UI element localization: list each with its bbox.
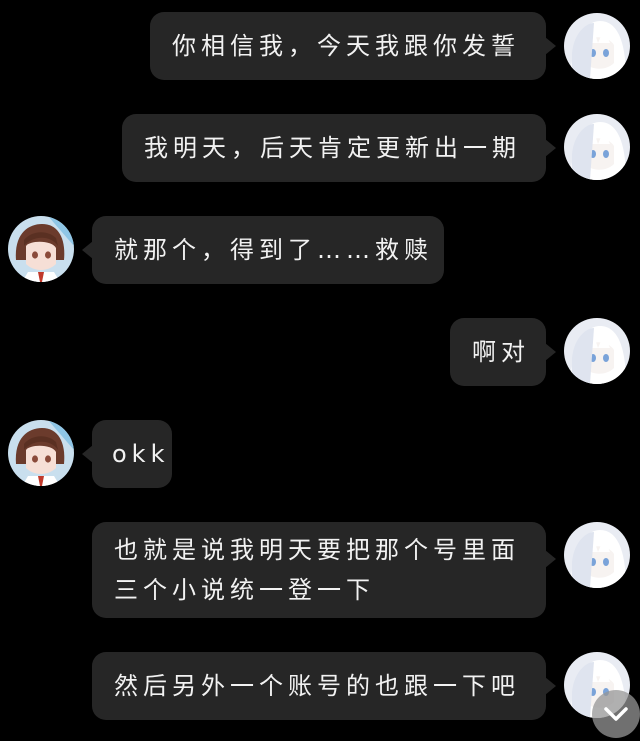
message-bubble[interactable]: 就那个，得到了……救赎	[82, 216, 444, 284]
avatar-brown-hair-icon	[8, 216, 74, 282]
avatar-self[interactable]	[564, 522, 630, 588]
avatar-self[interactable]	[564, 114, 630, 180]
message-bubble[interactable]: 我明天，后天肯定更新出一期	[122, 114, 556, 182]
chevron-down-icon	[604, 707, 628, 721]
message-text-line: 也就是说我明天要把那个号里面	[114, 536, 520, 564]
message-text: 你相信我，今天我跟你发誓	[172, 32, 520, 60]
avatar-self[interactable]	[564, 13, 630, 79]
message-bubble[interactable]: 然后另外一个账号的也跟一下吧	[92, 652, 556, 720]
chat-thread: 你相信我，今天我跟你发誓 我明天，后天肯定更新出一期 就那个，得到了……救赎 啊…	[0, 0, 640, 741]
avatar-white-hair-icon	[564, 318, 630, 384]
message-text-line: 三个小说统一登一下	[114, 576, 375, 604]
message-text: 然后另外一个账号的也跟一下吧	[114, 672, 520, 700]
avatar-other[interactable]	[8, 420, 74, 486]
message-text: 我明天，后天肯定更新出一期	[144, 134, 521, 162]
message-bubble[interactable]: 也就是说我明天要把那个号里面 三个小说统一登一下	[92, 522, 556, 618]
message-text: 啊对	[472, 338, 530, 366]
message-bubble[interactable]: okk	[82, 420, 172, 488]
scroll-to-bottom-button[interactable]	[592, 690, 640, 738]
avatar-white-hair-icon	[564, 522, 630, 588]
message-text: 就那个，得到了……救赎	[114, 236, 433, 264]
avatar-white-hair-icon	[564, 13, 630, 79]
avatar-other[interactable]	[8, 216, 74, 282]
avatar-white-hair-icon	[564, 114, 630, 180]
message-bubble[interactable]: 你相信我，今天我跟你发誓	[150, 12, 556, 80]
message-bubble[interactable]: 啊对	[450, 318, 556, 386]
avatar-self[interactable]	[564, 318, 630, 384]
avatar-brown-hair-icon	[8, 420, 74, 486]
message-text: okk	[112, 440, 170, 468]
